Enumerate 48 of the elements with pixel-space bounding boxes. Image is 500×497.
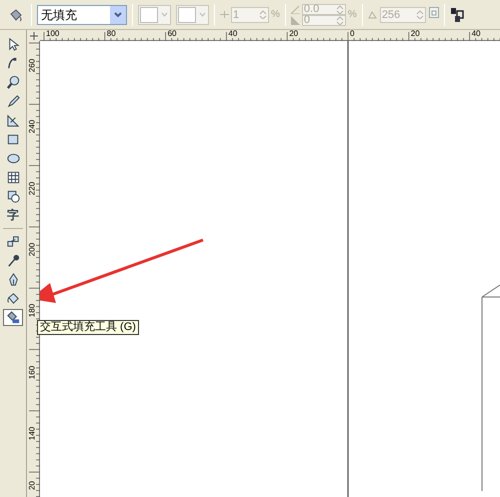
tool-button[interactable]: 字 [3,207,23,224]
ruler-label: 20 [410,29,420,38]
ruler-label: 60 [168,29,176,38]
midpoint-icon [220,11,229,18]
vertical-ruler[interactable]: 260 240 220 200 180 160 140 20 [27,41,40,497]
ruler-label: 220 [28,180,36,197]
ruler-triangle-icon [6,113,20,128]
grid-icon [6,170,20,185]
ruler-label: 40 [228,29,238,38]
interactive-fill-icon [6,310,20,325]
fill-type-dropdown[interactable]: 无填充 [37,4,127,24]
ruler-label: 20 [289,29,298,38]
steps-icon [368,10,377,18]
ruler-label: 20 [28,480,36,492]
ruler-label: 100 [46,29,60,38]
ruler-label: 260 [28,58,36,74]
angle-icon [290,4,300,14]
ruler-label: 0 [350,29,354,38]
search-icon [6,75,20,90]
ruler-label: 40 [472,29,480,38]
crosshair-icon [30,32,38,40]
color-dropdown[interactable] [138,4,171,24]
chevron-down-icon [198,12,206,17]
ruler-label: 200 [28,242,36,258]
blend-icon [6,234,20,249]
eyedropper-icon [6,253,20,268]
ruler-label: 240 [28,119,36,136]
tooltip: 交互式填充工具 (G) [37,320,139,335]
ruler-label: 160 [28,364,36,381]
ruler-label: 140 [28,426,36,442]
chevron-down-icon [160,12,168,17]
unit-label: % [348,8,357,22]
ruler-label: 180 [28,303,36,320]
tool-button[interactable] [3,309,23,326]
edge-pad-icon [290,16,300,24]
unit-label: % [271,8,280,22]
horizontal-ruler[interactable]: 100 80 60 40 20 0 20 40 [40,30,500,41]
color-dropdown[interactable] [176,4,209,24]
ruler-label: 80 [106,29,116,38]
shapes-icon [6,189,20,204]
fill-tool-icon[interactable] [8,6,24,22]
ellipse-icon [6,151,20,166]
rectangle-icon [6,132,20,147]
chevron-down-icon [114,12,122,18]
copy-properties-icon[interactable] [450,6,464,22]
ruler-corner[interactable] [27,30,40,41]
paint-bucket-icon [6,291,20,306]
pencil-icon [6,94,20,109]
